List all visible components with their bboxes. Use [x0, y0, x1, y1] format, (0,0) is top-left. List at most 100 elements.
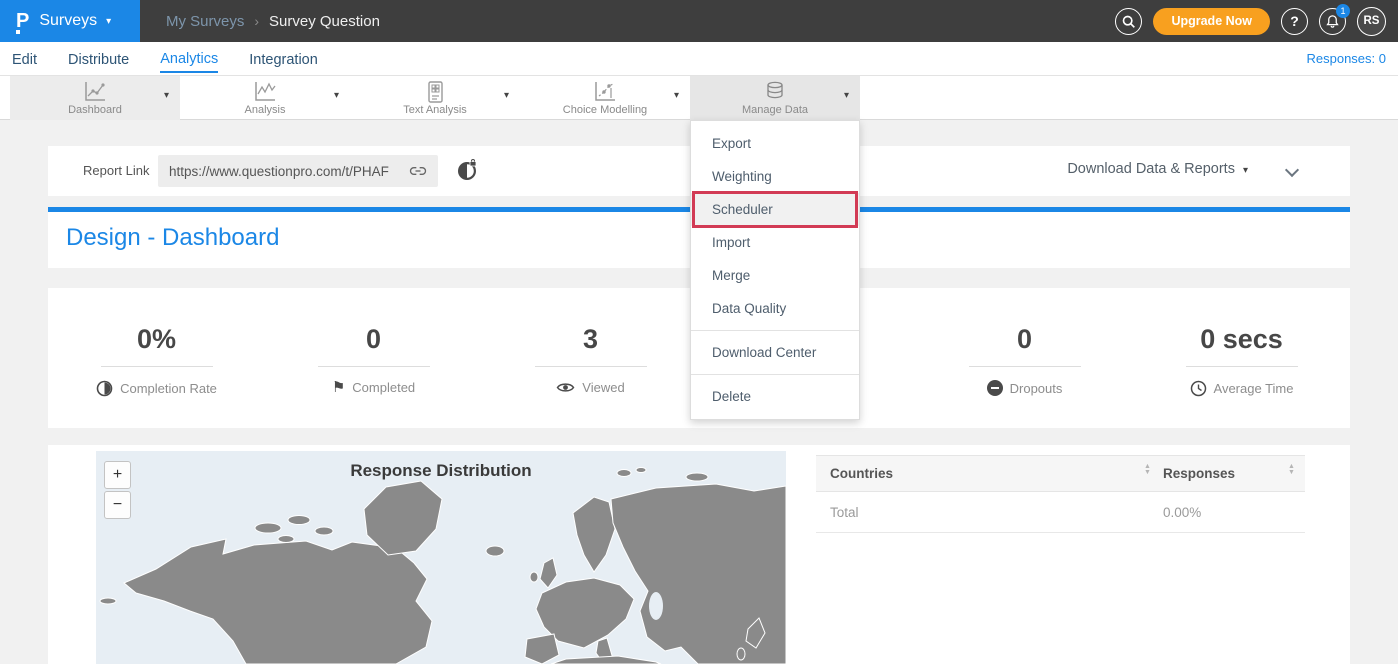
- flag-icon: ⚑: [332, 380, 345, 395]
- link-icon[interactable]: [408, 162, 428, 180]
- caret-down-icon[interactable]: ▾: [674, 90, 679, 101]
- total-label: Total: [830, 492, 859, 533]
- table-row-total: Total 0.00%: [816, 492, 1305, 533]
- sort-icon[interactable]: ▲▼: [1144, 464, 1151, 476]
- zoom-in-button[interactable]: +: [104, 461, 131, 489]
- questionpro-logo-icon: P: [16, 11, 29, 31]
- eye-icon: [556, 380, 575, 395]
- contrast-icon: [96, 380, 113, 397]
- stat-label: Viewed: [582, 380, 624, 395]
- notifications-button[interactable]: 1: [1319, 8, 1346, 35]
- stat-value: 0 secs: [1133, 324, 1350, 356]
- stat-value: 3: [482, 324, 699, 356]
- column-header-countries[interactable]: Countries: [830, 456, 893, 491]
- upgrade-now-button[interactable]: Upgrade Now: [1153, 8, 1270, 35]
- search-icon: [1121, 14, 1136, 29]
- download-data-reports-label: Download Data & Reports: [1067, 161, 1235, 177]
- menu-item-delete[interactable]: Delete: [691, 380, 859, 413]
- stat-value: 0%: [48, 324, 265, 356]
- world-map[interactable]: Response Distribution + −: [96, 451, 786, 664]
- nav-item-analytics[interactable]: Analytics: [160, 45, 218, 73]
- tab-choice-modelling[interactable]: Choice Modelling ▾: [520, 76, 690, 120]
- map-zoom-controls: + −: [104, 461, 131, 519]
- breadcrumb-separator-icon: ›: [254, 13, 259, 29]
- surveys-product-switcher[interactable]: P Surveys ▾: [0, 0, 140, 42]
- tab-label: Dashboard: [10, 104, 180, 117]
- analysis-chart-icon: [252, 80, 278, 104]
- total-value: 0.00%: [1163, 492, 1201, 533]
- top-bar: P Surveys ▾ My Surveys › Survey Question…: [0, 0, 1398, 42]
- help-button[interactable]: ?: [1281, 8, 1308, 35]
- menu-item-data-quality[interactable]: Data Quality: [691, 292, 859, 325]
- tab-label: Choice Modelling: [520, 104, 690, 117]
- world-map-svg: [96, 451, 786, 664]
- stat-value: 0: [265, 324, 482, 356]
- report-link-input[interactable]: [158, 155, 438, 187]
- chevron-down-icon[interactable]: [1286, 164, 1298, 176]
- sort-icon[interactable]: ▲▼: [1288, 464, 1295, 476]
- report-link-label: Report Link: [83, 163, 149, 178]
- dashboard-chart-icon: [82, 80, 108, 104]
- responses-count: Responses: 0: [1307, 51, 1387, 66]
- menu-item-download-center[interactable]: Download Center: [691, 336, 859, 369]
- app-root: P Surveys ▾ My Surveys › Survey Question…: [0, 0, 1398, 664]
- nav-item-integration[interactable]: Integration: [249, 46, 318, 72]
- menu-item-merge[interactable]: Merge: [691, 259, 859, 292]
- product-nav: Edit Distribute Analytics Integration Re…: [0, 42, 1398, 76]
- tab-manage-data[interactable]: Manage Data ▾: [690, 76, 860, 120]
- menu-item-import[interactable]: Import: [691, 226, 859, 259]
- caret-down-icon[interactable]: ▾: [504, 90, 509, 101]
- globe-lock-icon[interactable]: [455, 159, 479, 183]
- tab-label: Analysis: [180, 104, 350, 117]
- clock-icon: [1190, 380, 1207, 397]
- stat-label: Completion Rate: [120, 381, 217, 396]
- stat-dropouts: 0 Dropouts: [916, 288, 1133, 428]
- manage-data-menu: Export Weighting Scheduler Import Merge …: [690, 120, 860, 420]
- column-header-responses[interactable]: Responses: [1163, 456, 1235, 491]
- zoom-out-button[interactable]: −: [104, 491, 131, 519]
- caret-down-icon: ▾: [1243, 165, 1248, 176]
- tab-label: Manage Data: [690, 104, 860, 117]
- nav-item-edit[interactable]: Edit: [12, 46, 37, 72]
- countries-table: Countries ▲▼ Responses ▲▼ Total 0.00%: [816, 455, 1305, 533]
- question-mark-icon: ?: [1290, 13, 1299, 29]
- menu-item-scheduler[interactable]: Scheduler: [691, 193, 859, 226]
- page-title: Design - Dashboard: [66, 224, 279, 252]
- notification-badge: 1: [1336, 4, 1350, 18]
- caret-down-icon[interactable]: ▾: [844, 90, 849, 101]
- choice-modelling-icon: [592, 80, 618, 104]
- avatar[interactable]: RS: [1357, 7, 1386, 36]
- text-analysis-icon: [422, 80, 448, 104]
- stat-viewed: 3 Viewed: [482, 288, 699, 428]
- menu-item-weighting[interactable]: Weighting: [691, 160, 859, 193]
- tab-analysis[interactable]: Analysis ▾: [180, 76, 350, 120]
- tab-text-analysis[interactable]: Text Analysis ▾: [350, 76, 520, 120]
- tab-label: Text Analysis: [350, 104, 520, 117]
- stat-average-time: 0 secs Average Time: [1133, 288, 1350, 428]
- menu-item-export[interactable]: Export: [691, 127, 859, 160]
- surveys-label: Surveys: [39, 12, 97, 30]
- menu-divider: [691, 374, 859, 375]
- caret-down-icon[interactable]: ▾: [164, 90, 169, 101]
- response-distribution-card: Response Distribution + − Countries ▲▼ R…: [48, 445, 1350, 664]
- topbar-actions: Upgrade Now ? 1 RS: [1115, 0, 1386, 42]
- download-data-reports-dropdown[interactable]: Download Data & Reports ▾: [1067, 161, 1248, 177]
- stat-label: Completed: [352, 380, 415, 395]
- breadcrumb-my-surveys[interactable]: My Surveys: [166, 13, 244, 30]
- breadcrumb: My Surveys › Survey Question: [166, 0, 380, 42]
- analytics-toolbar: Dashboard ▾ Analysis ▾ Text Analysis ▾ C…: [0, 76, 1398, 120]
- stat-label: Dropouts: [1010, 381, 1063, 396]
- menu-divider: [691, 330, 859, 331]
- stat-label: Average Time: [1214, 381, 1294, 396]
- tab-dashboard[interactable]: Dashboard ▾: [10, 76, 180, 120]
- database-icon: [762, 80, 788, 104]
- caret-down-icon: ▾: [106, 16, 111, 27]
- countries-table-header: Countries ▲▼ Responses ▲▼: [816, 455, 1305, 492]
- nav-item-distribute[interactable]: Distribute: [68, 46, 129, 72]
- search-button[interactable]: [1115, 8, 1142, 35]
- stat-completed: 0 ⚑ Completed: [265, 288, 482, 428]
- minus-circle-icon: [987, 380, 1003, 396]
- breadcrumb-survey-question: Survey Question: [269, 13, 380, 30]
- caret-down-icon[interactable]: ▾: [334, 90, 339, 101]
- stat-completion-rate: 0% Completion Rate: [48, 288, 265, 428]
